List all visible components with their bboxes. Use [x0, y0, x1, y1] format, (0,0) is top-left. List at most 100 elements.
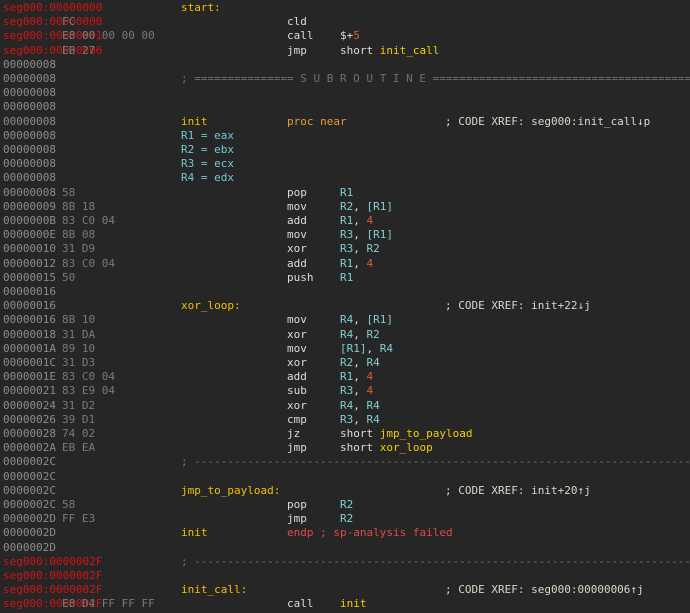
code-label[interactable]: jmp_to_payload: — [181, 484, 280, 498]
instruction-operands[interactable]: R2, [R1] — [340, 200, 393, 214]
listing-line[interactable]: 0000002D FF E3 jmp R2 — [0, 512, 690, 526]
listing-line[interactable]: 00000008 58 pop R1 — [0, 186, 690, 200]
listing-line[interactable]: 00000016 xor_loop: ; CODE XREF: init+22↓j — [0, 299, 690, 313]
instruction-mnemonic[interactable]: push — [287, 271, 314, 285]
line-address[interactable]: 00000021 — [3, 384, 56, 398]
line-address[interactable]: 0000002D — [3, 512, 56, 526]
instruction-operands[interactable]: R1, 4 — [340, 257, 373, 271]
instruction-mnemonic[interactable]: jmp — [287, 44, 307, 58]
instruction-mnemonic[interactable]: cmp — [287, 413, 307, 427]
instruction-mnemonic[interactable]: mov — [287, 228, 307, 242]
line-address[interactable]: 0000002C — [3, 455, 56, 469]
instruction-mnemonic[interactable]: mov — [287, 313, 307, 327]
xref-comment[interactable]: ; CODE XREF: seg000:00000006↑j — [445, 583, 644, 597]
listing-line[interactable]: 00000015 50 push R1 — [0, 271, 690, 285]
instruction-operands[interactable]: R3, 4 — [340, 384, 373, 398]
line-address[interactable]: 0000002C — [3, 470, 56, 484]
line-address[interactable]: seg000:0000002F — [3, 569, 102, 583]
instruction-mnemonic[interactable]: mov — [287, 200, 307, 214]
line-address[interactable]: 00000008 — [3, 115, 56, 129]
register-alias[interactable]: R3 = ecx — [181, 157, 234, 171]
instruction-mnemonic[interactable]: jz — [287, 427, 300, 441]
listing-line[interactable]: seg000:0000002F — [0, 569, 690, 583]
line-address[interactable]: 00000016 — [3, 299, 56, 313]
listing-line[interactable]: 00000008 init proc near ; CODE XREF: seg000… — [0, 115, 690, 129]
line-address[interactable]: seg000:0000002F — [3, 583, 102, 597]
instruction-mnemonic[interactable]: mov — [287, 342, 307, 356]
listing-line[interactable]: 00000008 R2 = ebx — [0, 143, 690, 157]
code-label[interactable]: init — [181, 115, 208, 129]
symbol-reference[interactable]: init_call — [380, 44, 440, 57]
xref-comment[interactable]: ; CODE XREF: init+22↓j — [445, 299, 591, 313]
instruction-mnemonic[interactable]: xor — [287, 328, 307, 342]
line-address[interactable]: 0000002D — [3, 541, 56, 555]
line-address[interactable]: seg000:0000002F — [3, 555, 102, 569]
listing-line[interactable]: 00000016 8B 10 mov R4, [R1] — [0, 313, 690, 327]
listing-line[interactable]: 0000002D — [0, 541, 690, 555]
instruction-mnemonic[interactable]: jmp — [287, 441, 307, 455]
instruction-operands[interactable]: short jmp_to_payload — [340, 427, 472, 441]
line-address[interactable]: 0000000B — [3, 214, 56, 228]
line-address[interactable]: 0000001A — [3, 342, 56, 356]
instruction-mnemonic[interactable]: pop — [287, 186, 307, 200]
listing-line[interactable]: 00000010 31 D9 xor R3, R2 — [0, 242, 690, 256]
instruction-mnemonic[interactable]: endp ; sp-analysis failed — [287, 526, 453, 540]
instruction-operands[interactable]: R3, [R1] — [340, 228, 393, 242]
listing-line[interactable]: seg000:00000001 E8 00 00 00 00 call $+5 — [0, 29, 690, 43]
line-address[interactable]: seg000:00000000 — [3, 1, 102, 15]
listing-line[interactable]: 0000002D init endp ; sp-analysis failed — [0, 526, 690, 540]
listing-line[interactable]: 00000018 31 DA xor R4, R2 — [0, 328, 690, 342]
listing-line[interactable]: 00000008 — [0, 100, 690, 114]
instruction-operands[interactable]: R1 — [340, 271, 353, 285]
line-address[interactable]: 00000008 — [3, 129, 56, 143]
line-address[interactable]: 0000000E — [3, 228, 56, 242]
instruction-operands[interactable]: R4, [R1] — [340, 313, 393, 327]
listing-line[interactable]: seg000:00000000 start: — [0, 1, 690, 15]
instruction-mnemonic[interactable]: jmp — [287, 512, 307, 526]
listing-line[interactable]: 00000012 83 C0 04 add R1, 4 — [0, 257, 690, 271]
line-address[interactable]: 00000008 — [3, 171, 56, 185]
code-label[interactable]: start: — [181, 1, 221, 15]
instruction-operands[interactable]: R3, R4 — [340, 413, 380, 427]
listing-line[interactable]: 0000001E 83 C0 04 add R1, 4 — [0, 370, 690, 384]
instruction-mnemonic[interactable]: xor — [287, 242, 307, 256]
instruction-mnemonic[interactable]: call — [287, 597, 314, 611]
disassembly-view[interactable]: seg000:00000000 start: seg000:00000000 FC cl… — [0, 0, 690, 613]
listing-line[interactable]: 00000008 R3 = ecx — [0, 157, 690, 171]
listing-line[interactable]: 0000000E 8B 08 mov R3, [R1] — [0, 228, 690, 242]
instruction-mnemonic[interactable]: add — [287, 214, 307, 228]
instruction-mnemonic[interactable]: cld — [287, 15, 307, 29]
listing-line[interactable]: 00000009 8B 18 mov R2, [R1] — [0, 200, 690, 214]
listing-line[interactable]: seg000:00000000 FC cld — [0, 15, 690, 29]
listing-line[interactable]: 0000001C 31 D3 xor R2, R4 — [0, 356, 690, 370]
line-address[interactable]: 00000009 — [3, 200, 56, 214]
code-label[interactable]: init_call: — [181, 583, 247, 597]
listing-line[interactable]: 00000008 R1 = eax — [0, 129, 690, 143]
line-address[interactable]: 00000008 — [3, 72, 56, 86]
symbol-reference[interactable]: xor_loop — [380, 441, 433, 454]
listing-line[interactable]: 00000016 — [0, 285, 690, 299]
instruction-mnemonic[interactable]: call — [287, 29, 314, 43]
line-address[interactable]: 00000008 — [3, 143, 56, 157]
register-alias[interactable]: R4 = edx — [181, 171, 234, 185]
listing-line[interactable]: 0000002C jmp_to_payload: ; CODE XREF: init… — [0, 484, 690, 498]
instruction-operands[interactable]: R4, R4 — [340, 399, 380, 413]
register-alias[interactable]: R1 = eax — [181, 129, 234, 143]
line-address[interactable]: 00000008 — [3, 157, 56, 171]
listing-line[interactable]: seg000:0000002F E8 D4 FF FF FF call init — [0, 597, 690, 611]
line-address[interactable]: 00000018 — [3, 328, 56, 342]
xref-comment[interactable]: ; CODE XREF: seg000:init_call↓p — [445, 115, 650, 129]
instruction-mnemonic[interactable]: proc near — [287, 115, 347, 129]
line-address[interactable]: seg000:00000000 — [3, 15, 102, 29]
instruction-operands[interactable]: R4, R2 — [340, 328, 380, 342]
instruction-operands[interactable]: short init_call — [340, 44, 439, 58]
instruction-operands[interactable]: R1, 4 — [340, 214, 373, 228]
instruction-mnemonic[interactable]: xor — [287, 399, 307, 413]
listing-line[interactable]: 0000000B 83 C0 04 add R1, 4 — [0, 214, 690, 228]
line-address[interactable]: 00000028 — [3, 427, 56, 441]
line-address[interactable]: 0000002C — [3, 484, 56, 498]
line-address[interactable]: 0000002C — [3, 498, 56, 512]
listing-line[interactable]: 00000026 39 D1 cmp R3, R4 — [0, 413, 690, 427]
symbol-reference[interactable]: init — [340, 597, 367, 610]
listing-line[interactable]: 00000024 31 D2 xor R4, R4 — [0, 399, 690, 413]
